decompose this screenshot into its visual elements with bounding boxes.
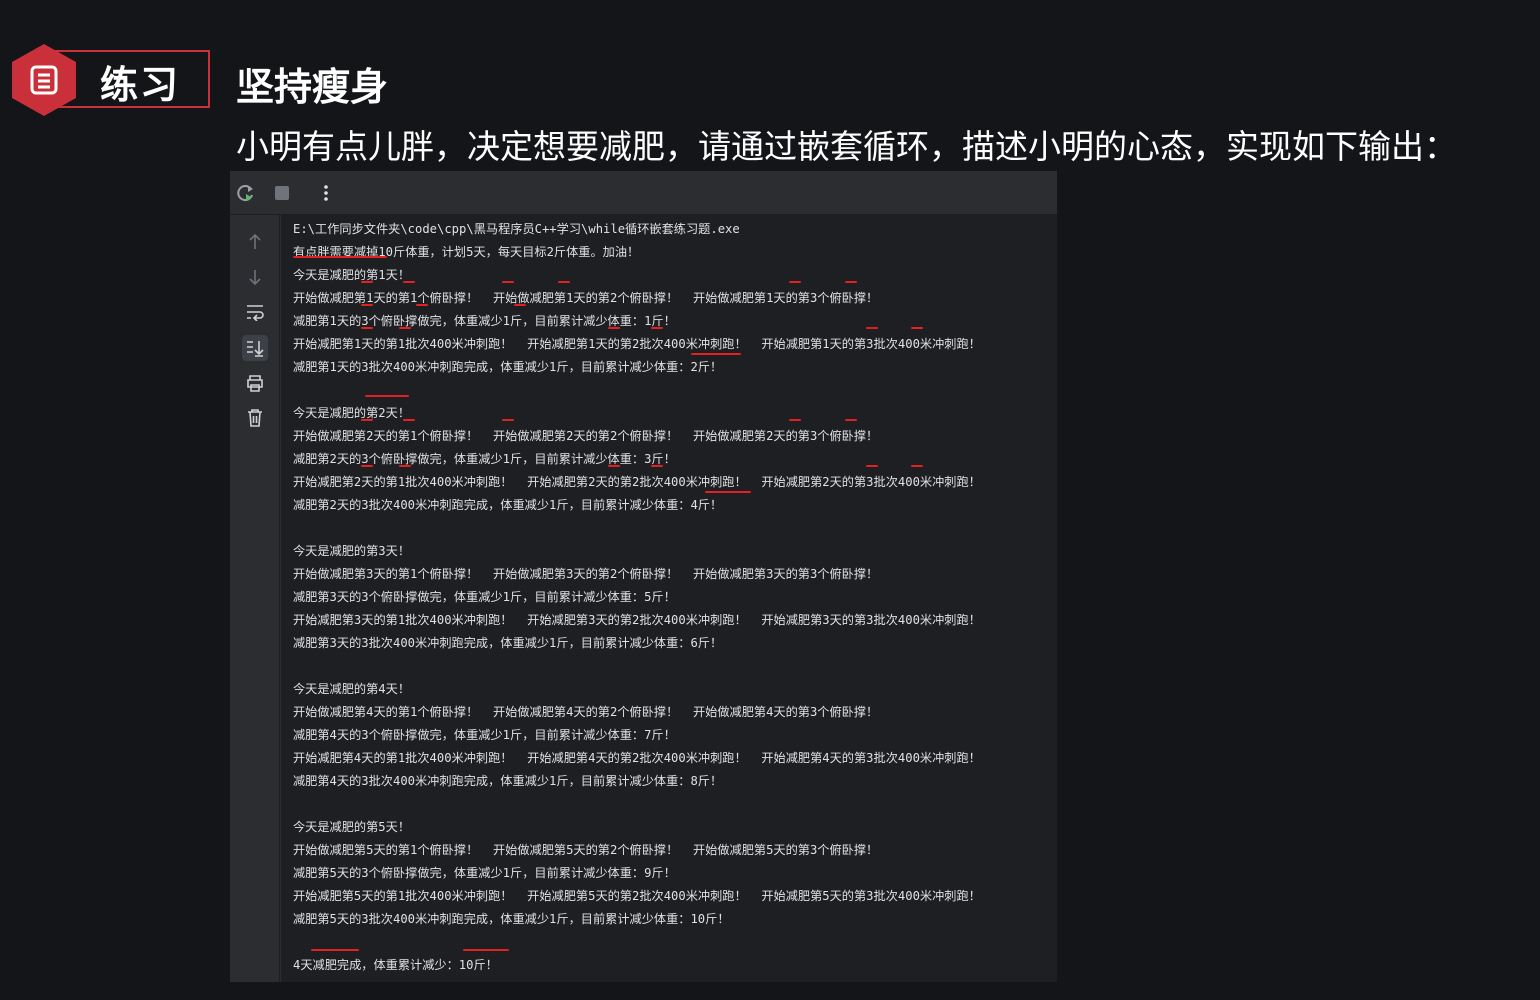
run-toolbar	[230, 171, 1057, 215]
red-underline-mark	[789, 419, 801, 421]
red-underline-mark	[403, 281, 415, 283]
red-underline-mark	[845, 281, 857, 283]
red-underline-mark	[608, 327, 620, 329]
red-underline-mark	[463, 949, 509, 951]
red-underline-mark	[403, 419, 415, 421]
red-underline-mark	[365, 395, 409, 397]
scroll-down-icon[interactable]	[242, 264, 268, 290]
more-options-icon[interactable]	[314, 181, 338, 205]
stop-icon[interactable]	[270, 181, 294, 205]
red-underline-mark	[361, 304, 373, 306]
red-underline-mark	[691, 353, 741, 355]
print-icon[interactable]	[242, 370, 268, 396]
console-output[interactable]: E:\工作同步文件夹\code\cpp\黑马程序员C++学习\while循环嵌套…	[281, 215, 1057, 982]
red-underline-mark	[651, 465, 663, 467]
console-line: 今天是减肥的第3天！	[293, 544, 411, 558]
scroll-up-icon[interactable]	[242, 229, 268, 255]
console-line: 减肥第5天的3批次400米冲刺跑完成，体重减少1斤，目前累计减少体重：10斤！	[293, 912, 730, 926]
console-line: 减肥第4天的3批次400米冲刺跑完成，体重减少1斤，目前累计减少体重：8斤！	[293, 774, 723, 788]
console-side-toolbar	[230, 215, 280, 982]
console-line: 减肥第5天的3个俯卧撑做完，体重减少1斤，目前累计减少体重：9斤！	[293, 866, 676, 880]
console-command-line: E:\工作同步文件夹\code\cpp\黑马程序员C++学习\while循环嵌套…	[293, 222, 740, 236]
console-line: 开始减肥第2天的第1批次400米冲刺跑！ 开始减肥第2天的第2批次400米冲刺跑…	[293, 475, 981, 489]
red-underline-mark	[361, 419, 373, 421]
red-underline-mark	[789, 281, 801, 283]
red-underline-mark	[502, 281, 514, 283]
red-underline-mark	[845, 419, 857, 421]
red-underline-mark	[651, 327, 663, 329]
console-line: 开始做减肥第4天的第1个俯卧撑！ 开始做减肥第4天的第2个俯卧撑！ 开始做减肥第…	[293, 705, 879, 719]
red-underline-mark	[866, 465, 878, 467]
red-underline-mark	[558, 281, 570, 283]
clear-all-icon[interactable]	[242, 405, 268, 431]
console-line: 开始做减肥第2天的第1个俯卧撑！ 开始做减肥第2天的第2个俯卧撑！ 开始做减肥第…	[293, 429, 879, 443]
console-line: 减肥第2天的3批次400米冲刺跑完成，体重减少1斤，目前累计减少体重：4斤！	[293, 498, 723, 512]
soft-wrap-icon[interactable]	[242, 299, 268, 325]
console-line: 今天是减肥的第2天！	[293, 406, 411, 420]
red-underline-mark	[705, 491, 751, 493]
red-underline-mark	[514, 304, 526, 306]
console-line: 开始减肥第1天的第1批次400米冲刺跑！ 开始减肥第1天的第2批次400米冲刺跑…	[293, 337, 981, 351]
console-line: 减肥第1天的3批次400米冲刺跑完成，体重减少1斤，目前累计减少体重：2斤！	[293, 360, 723, 374]
red-underline-mark	[911, 465, 923, 467]
console-line: 今天是减肥的第5天！	[293, 820, 411, 834]
red-underline-mark	[866, 327, 878, 329]
red-underline-mark	[416, 304, 428, 306]
slide-title: 坚持瘦身	[236, 65, 389, 109]
red-underline-mark	[311, 949, 359, 951]
console-line: 减肥第4天的3个俯卧撑做完，体重减少1斤，目前累计减少体重：7斤！	[293, 728, 676, 742]
console-line: 开始减肥第4天的第1批次400米冲刺跑！ 开始减肥第4天的第2批次400米冲刺跑…	[293, 751, 981, 765]
ide-run-panel: E:\工作同步文件夹\code\cpp\黑马程序员C++学习\while循环嵌套…	[230, 171, 1057, 982]
red-underline-mark	[399, 465, 411, 467]
rerun-icon[interactable]	[234, 181, 258, 205]
console-line: 开始减肥第3天的第1批次400米冲刺跑！ 开始减肥第3天的第2批次400米冲刺跑…	[293, 613, 981, 627]
console-line: 今天是减肥的第4天！	[293, 682, 411, 696]
console-line: 减肥第3天的3个俯卧撑做完，体重减少1斤，目前累计减少体重：5斤！	[293, 590, 676, 604]
red-underline-mark	[361, 465, 373, 467]
red-underline-mark	[293, 256, 387, 258]
console-line: 今天是减肥的第1天！	[293, 268, 411, 282]
red-underline-mark	[502, 419, 514, 421]
badge-label: 练习	[100, 63, 181, 107]
red-underline-mark	[911, 327, 923, 329]
red-underline-mark	[361, 281, 373, 283]
red-underline-mark	[608, 465, 620, 467]
console-line: 开始做减肥第3天的第1个俯卧撑！ 开始做减肥第3天的第2个俯卧撑！ 开始做减肥第…	[293, 567, 879, 581]
console-line: 4天减肥完成，体重累计减少：10斤！	[293, 958, 498, 972]
console-line: 开始减肥第5天的第1批次400米冲刺跑！ 开始减肥第5天的第2批次400米冲刺跑…	[293, 889, 981, 903]
console-line: 减肥第3天的3批次400米冲刺跑完成，体重减少1斤，目前累计减少体重：6斤！	[293, 636, 723, 650]
red-underline-mark	[361, 327, 373, 329]
scroll-to-end-icon[interactable]	[242, 335, 268, 361]
slide-subtitle: 小明有点儿胖，决定想要减肥，请通过嵌套循环，描述小明的心态，实现如下输出：	[236, 127, 1457, 166]
console-line: 开始做减肥第1天的第1个俯卧撑！ 开始做减肥第1天的第2个俯卧撑！ 开始做减肥第…	[293, 291, 879, 305]
red-underline-mark	[399, 327, 411, 329]
console-line: 开始做减肥第5天的第1个俯卧撑！ 开始做减肥第5天的第2个俯卧撑！ 开始做减肥第…	[293, 843, 879, 857]
exercise-badge: 练习	[12, 44, 210, 116]
